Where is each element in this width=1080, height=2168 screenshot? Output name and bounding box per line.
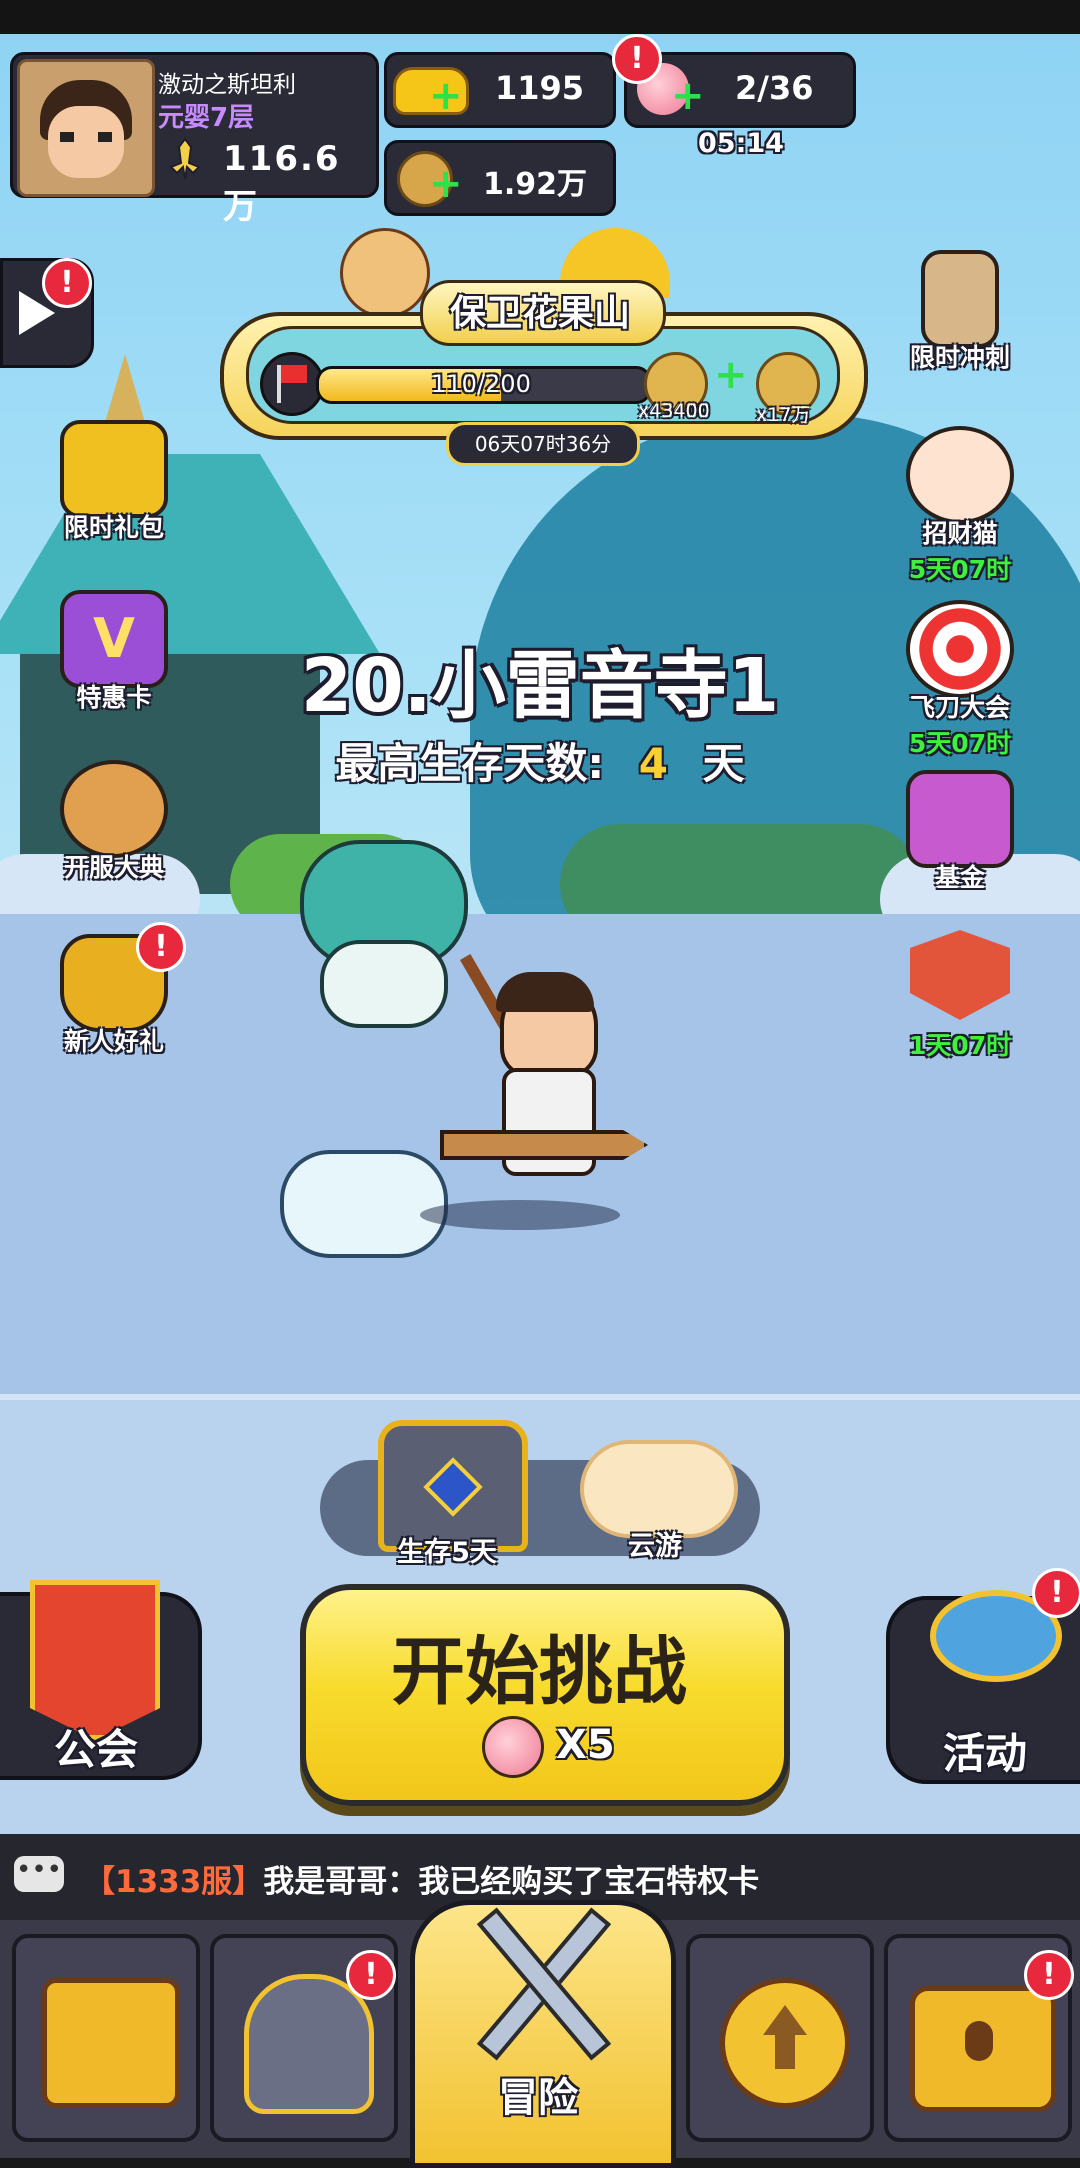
event-banner[interactable]: 保卫花果山 110/200 + x43400 x17万 06天07时36分 bbox=[220, 228, 868, 466]
pet-cat bbox=[250, 1140, 450, 1260]
guild-label: 公会 bbox=[53, 1725, 138, 1774]
reward-1-amount: x43400 bbox=[638, 400, 710, 422]
best-survival-value: 4 bbox=[638, 739, 668, 788]
crossed-swords-icon bbox=[475, 1895, 612, 2065]
player-avatar[interactable] bbox=[17, 59, 155, 197]
knife-contest-button[interactable]: 飞刀大会 5天07时 bbox=[890, 600, 1030, 760]
shield-icon bbox=[910, 930, 1010, 1020]
peach-cost-icon bbox=[482, 1716, 544, 1778]
survival-chest-button[interactable]: 生存5天 bbox=[372, 1420, 528, 1570]
chat-bubble-icon: ••• bbox=[14, 1856, 64, 1892]
cloud-tour-button[interactable]: 云游 bbox=[570, 1420, 740, 1570]
gold-counter[interactable]: + 1195 bbox=[384, 52, 616, 128]
player-card[interactable]: 激动之斯坦利 元婴7层 116.6万 bbox=[10, 52, 379, 227]
vip-card-icon: V bbox=[60, 590, 168, 688]
limited-gift-pack-button[interactable]: 限时礼包 bbox=[44, 420, 184, 544]
server-celebration-button[interactable]: 开服大典 bbox=[44, 760, 184, 884]
lucky-cat-label: 招财猫 bbox=[922, 519, 998, 548]
knife-contest-timer: 5天07时 bbox=[908, 729, 1012, 758]
gift-pack-icon bbox=[60, 420, 168, 518]
shop-icon bbox=[42, 1978, 180, 2108]
shield-event-button[interactable]: 1天07时 bbox=[890, 930, 1030, 1062]
event-monkey-icon bbox=[340, 228, 430, 318]
hero-character bbox=[440, 954, 648, 1220]
newbie-gift-label: 新人好礼 bbox=[63, 1027, 164, 1056]
event-progress-text: 110/200 bbox=[431, 370, 531, 398]
activity-alert-badge: ! bbox=[1032, 1568, 1080, 1618]
chat-message-line: 【1333服】我是哥哥：我已经购买了宝石特权卡 bbox=[84, 1856, 759, 1901]
activity-button[interactable]: 活动 bbox=[886, 1590, 1080, 1784]
activity-label: 活动 bbox=[942, 1729, 1027, 1778]
gold-value: 1195 bbox=[495, 69, 585, 107]
newbie-gift-alert-badge: ! bbox=[136, 922, 186, 972]
event-countdown: 06天07时36分 bbox=[446, 422, 640, 466]
event-title: 保卫花果山 bbox=[449, 293, 630, 334]
target-icon bbox=[906, 600, 1014, 698]
lucky-cat-button[interactable]: 招财猫 5天07时 bbox=[890, 426, 1030, 586]
knife-contest-label: 飞刀大会 bbox=[909, 693, 1010, 722]
player-realm: 元婴7层 bbox=[158, 103, 255, 133]
fund-label: 基金 bbox=[934, 863, 985, 892]
pet-lion bbox=[300, 840, 468, 1028]
lucky-cat-icon bbox=[906, 426, 1014, 524]
hourglass-icon bbox=[921, 250, 999, 348]
cloud-tour-label: 云游 bbox=[628, 1531, 682, 1562]
chat-server: 【1333服】 bbox=[84, 1864, 264, 1900]
best-survival-label: 最高生存天数: bbox=[335, 739, 605, 788]
player-name: 激动之斯坦利 bbox=[158, 72, 296, 98]
flag-icon[interactable] bbox=[260, 352, 324, 416]
lucky-cat-timer: 5天07时 bbox=[908, 555, 1012, 584]
treasure-alert-badge: ! bbox=[1024, 1950, 1074, 2000]
upgrade-arrow-icon bbox=[720, 1978, 850, 2108]
treasure-chart-icon bbox=[906, 770, 1014, 868]
coin-value: 1.92万 bbox=[483, 167, 588, 202]
stage-title: 20.小雷音寺1 bbox=[300, 643, 780, 729]
stamina-alert-badge: ! bbox=[612, 34, 662, 84]
start-challenge-cost: X5 bbox=[556, 1722, 615, 1768]
add-gold-icon[interactable]: + bbox=[429, 73, 463, 119]
status-bar bbox=[0, 0, 1080, 34]
survival-chest-label: 生存5天 bbox=[397, 1537, 497, 1568]
limited-sprint-label: 限时冲刺 bbox=[909, 343, 1010, 372]
tab-shop[interactable] bbox=[12, 1934, 200, 2142]
stamina-value: 2/36 bbox=[735, 69, 814, 107]
reward-plus-icon: + bbox=[714, 352, 748, 398]
video-alert-badge: ! bbox=[42, 258, 92, 308]
start-challenge-label: 开始挑战 bbox=[391, 1629, 687, 1715]
add-coin-icon[interactable]: + bbox=[429, 161, 463, 207]
tab-adventure[interactable]: 冒险 bbox=[410, 1900, 676, 2168]
shield-event-timer: 1天07时 bbox=[908, 1031, 1012, 1060]
best-survival-unit: 天 bbox=[702, 739, 745, 788]
player-power: 116.6万 bbox=[223, 139, 341, 227]
tab-adventure-label: 冒险 bbox=[498, 2075, 578, 2121]
coin-counter[interactable]: + 1.92万 bbox=[384, 140, 616, 216]
special-card-label: 特惠卡 bbox=[76, 683, 152, 712]
reward-2-amount: x17万 bbox=[756, 404, 811, 426]
limited-sprint-button[interactable]: 限时冲刺 bbox=[890, 250, 1030, 374]
tab-upgrade[interactable] bbox=[686, 1934, 874, 2142]
helmet-icon bbox=[244, 1974, 374, 2114]
special-card-button[interactable]: V 特惠卡 bbox=[44, 590, 184, 714]
limited-gift-pack-label: 限时礼包 bbox=[63, 513, 164, 542]
guild-button[interactable]: 公会 bbox=[0, 1580, 202, 1780]
stamina-timer: 05:14 bbox=[698, 128, 784, 159]
fund-button[interactable]: 基金 bbox=[890, 770, 1030, 894]
add-stamina-icon[interactable]: + bbox=[671, 73, 705, 119]
sword-icon bbox=[163, 137, 207, 181]
ground-shadow bbox=[420, 1200, 620, 1230]
server-celebration-label: 开服大典 bbox=[63, 853, 164, 882]
treasure-chest-icon bbox=[910, 1986, 1056, 2112]
equipment-alert-badge: ! bbox=[346, 1950, 396, 2000]
best-survival: 最高生存天数: 4 天 bbox=[240, 730, 840, 791]
start-challenge-button[interactable]: 开始挑战 X5 bbox=[300, 1584, 790, 1806]
horn-icon bbox=[920, 1550, 1062, 1682]
drum-icon bbox=[60, 760, 168, 858]
